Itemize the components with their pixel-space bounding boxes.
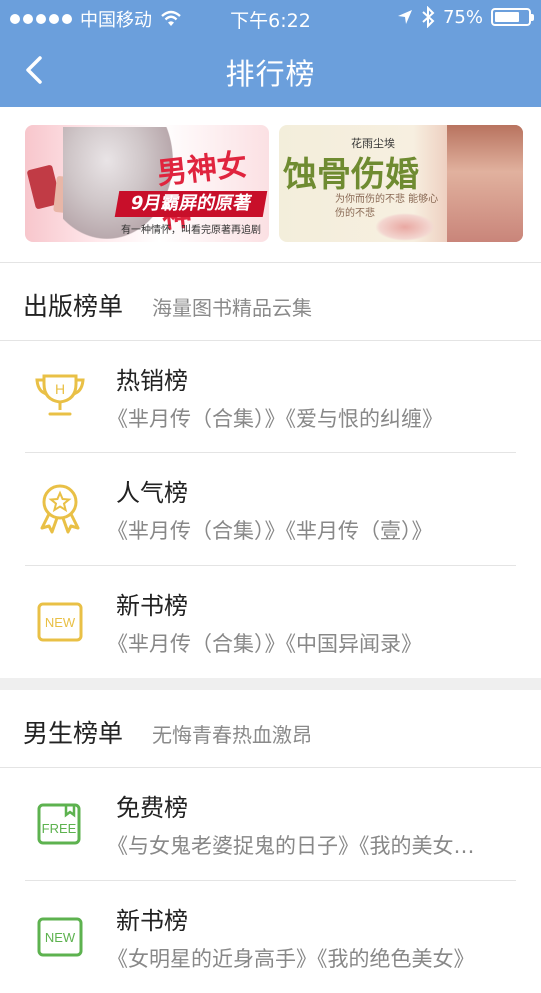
list-item-title: 热销榜 bbox=[116, 367, 188, 395]
banner-subtitle: 为你而伤的不悲 能够心伤的不悲 bbox=[335, 194, 439, 219]
list-item-new-books[interactable]: NEW 新书榜 《芈月传（合集）》《中国异闻录》 bbox=[0, 566, 541, 678]
page-title: 排行榜 bbox=[225, 57, 316, 91]
location-arrow-icon bbox=[397, 10, 412, 24]
new-badge-icon: NEW bbox=[37, 917, 83, 957]
list-item-books: 《女明星的近身高手》《我的绝色美女》 bbox=[107, 947, 475, 971]
svg-text:FREE: FREE bbox=[42, 821, 77, 836]
trophy-icon: H bbox=[35, 374, 85, 416]
bluetooth-icon bbox=[422, 6, 435, 28]
nav-bar: 排行榜 bbox=[0, 36, 541, 107]
list-item-title: 人气榜 bbox=[116, 479, 188, 507]
list-item-books: 《芈月传（合集）》《中国异闻录》 bbox=[107, 632, 422, 656]
list-item-popularity[interactable]: 人气榜 《芈月传（合集）》《芈月传（壹）》 bbox=[0, 453, 541, 565]
section-subtitle: 海量图书精品云集 bbox=[152, 296, 312, 320]
list-item-books: 《与女鬼老婆捉鬼的日子》《我的美女总裁》 bbox=[107, 834, 487, 858]
top-bar: 中国移动 下午6:22 75% 排行榜 bbox=[0, 0, 541, 107]
medal-icon bbox=[40, 484, 80, 534]
svg-text:NEW: NEW bbox=[45, 930, 76, 945]
banner-title: 蚀骨伤婚 bbox=[283, 155, 419, 195]
section-subtitle: 无悔青春热血激昂 bbox=[152, 723, 312, 747]
free-badge-icon: FREE bbox=[37, 803, 81, 845]
new-badge-icon: NEW bbox=[37, 602, 83, 642]
list-item-free[interactable]: FREE 免费榜 《与女鬼老婆捉鬼的日子》《我的美女总裁》 bbox=[0, 768, 541, 880]
list-item-title: 新书榜 bbox=[116, 592, 188, 620]
list-item-title: 新书榜 bbox=[116, 907, 188, 935]
banner-caption: 有一种情怀，叫看完原著再追剧 bbox=[121, 225, 261, 236]
banner-strip: 男神女神 9月霸屏的原著 有一种情怀，叫看完原著再追剧 花雨尘埃 蚀骨伤婚 为你… bbox=[0, 107, 541, 262]
battery-percent: 75% bbox=[442, 6, 483, 28]
banner-male-female-god[interactable]: 男神女神 9月霸屏的原著 有一种情怀，叫看完原著再追剧 bbox=[25, 125, 269, 242]
list-item-hot-sales[interactable]: H 热销榜 《芈月传（合集）》《爱与恨的纠缠》 bbox=[0, 341, 541, 453]
battery-icon bbox=[491, 8, 534, 26]
banner-shi-gu-shang-hun[interactable]: 花雨尘埃 蚀骨伤婚 为你而伤的不悲 能够心伤的不悲 bbox=[279, 125, 523, 242]
section-header-publish: 出版榜单 海量图书精品云集 bbox=[0, 263, 541, 341]
section-gap bbox=[0, 678, 541, 690]
section-title: 出版榜单 bbox=[23, 292, 124, 321]
list-item-title: 免费榜 bbox=[116, 794, 188, 822]
svg-text:NEW: NEW bbox=[45, 615, 76, 630]
section-header-male: 男生榜单 无悔青春热血激昂 bbox=[0, 690, 541, 768]
section-title: 男生榜单 bbox=[23, 719, 124, 748]
svg-text:H: H bbox=[55, 381, 65, 397]
status-bar: 中国移动 下午6:22 75% bbox=[0, 0, 541, 36]
list-item-new-books-male[interactable]: NEW 新书榜 《女明星的近身高手》《我的绝色美女》 bbox=[0, 881, 541, 993]
list-item-books: 《芈月传（合集）》《芈月传（壹）》 bbox=[107, 519, 433, 543]
banner-ribbon: 9月霸屏的原著 bbox=[114, 191, 268, 217]
list-item-books: 《芈月传（合集）》《爱与恨的纠缠》 bbox=[107, 407, 443, 431]
banner-portrait bbox=[447, 125, 523, 242]
